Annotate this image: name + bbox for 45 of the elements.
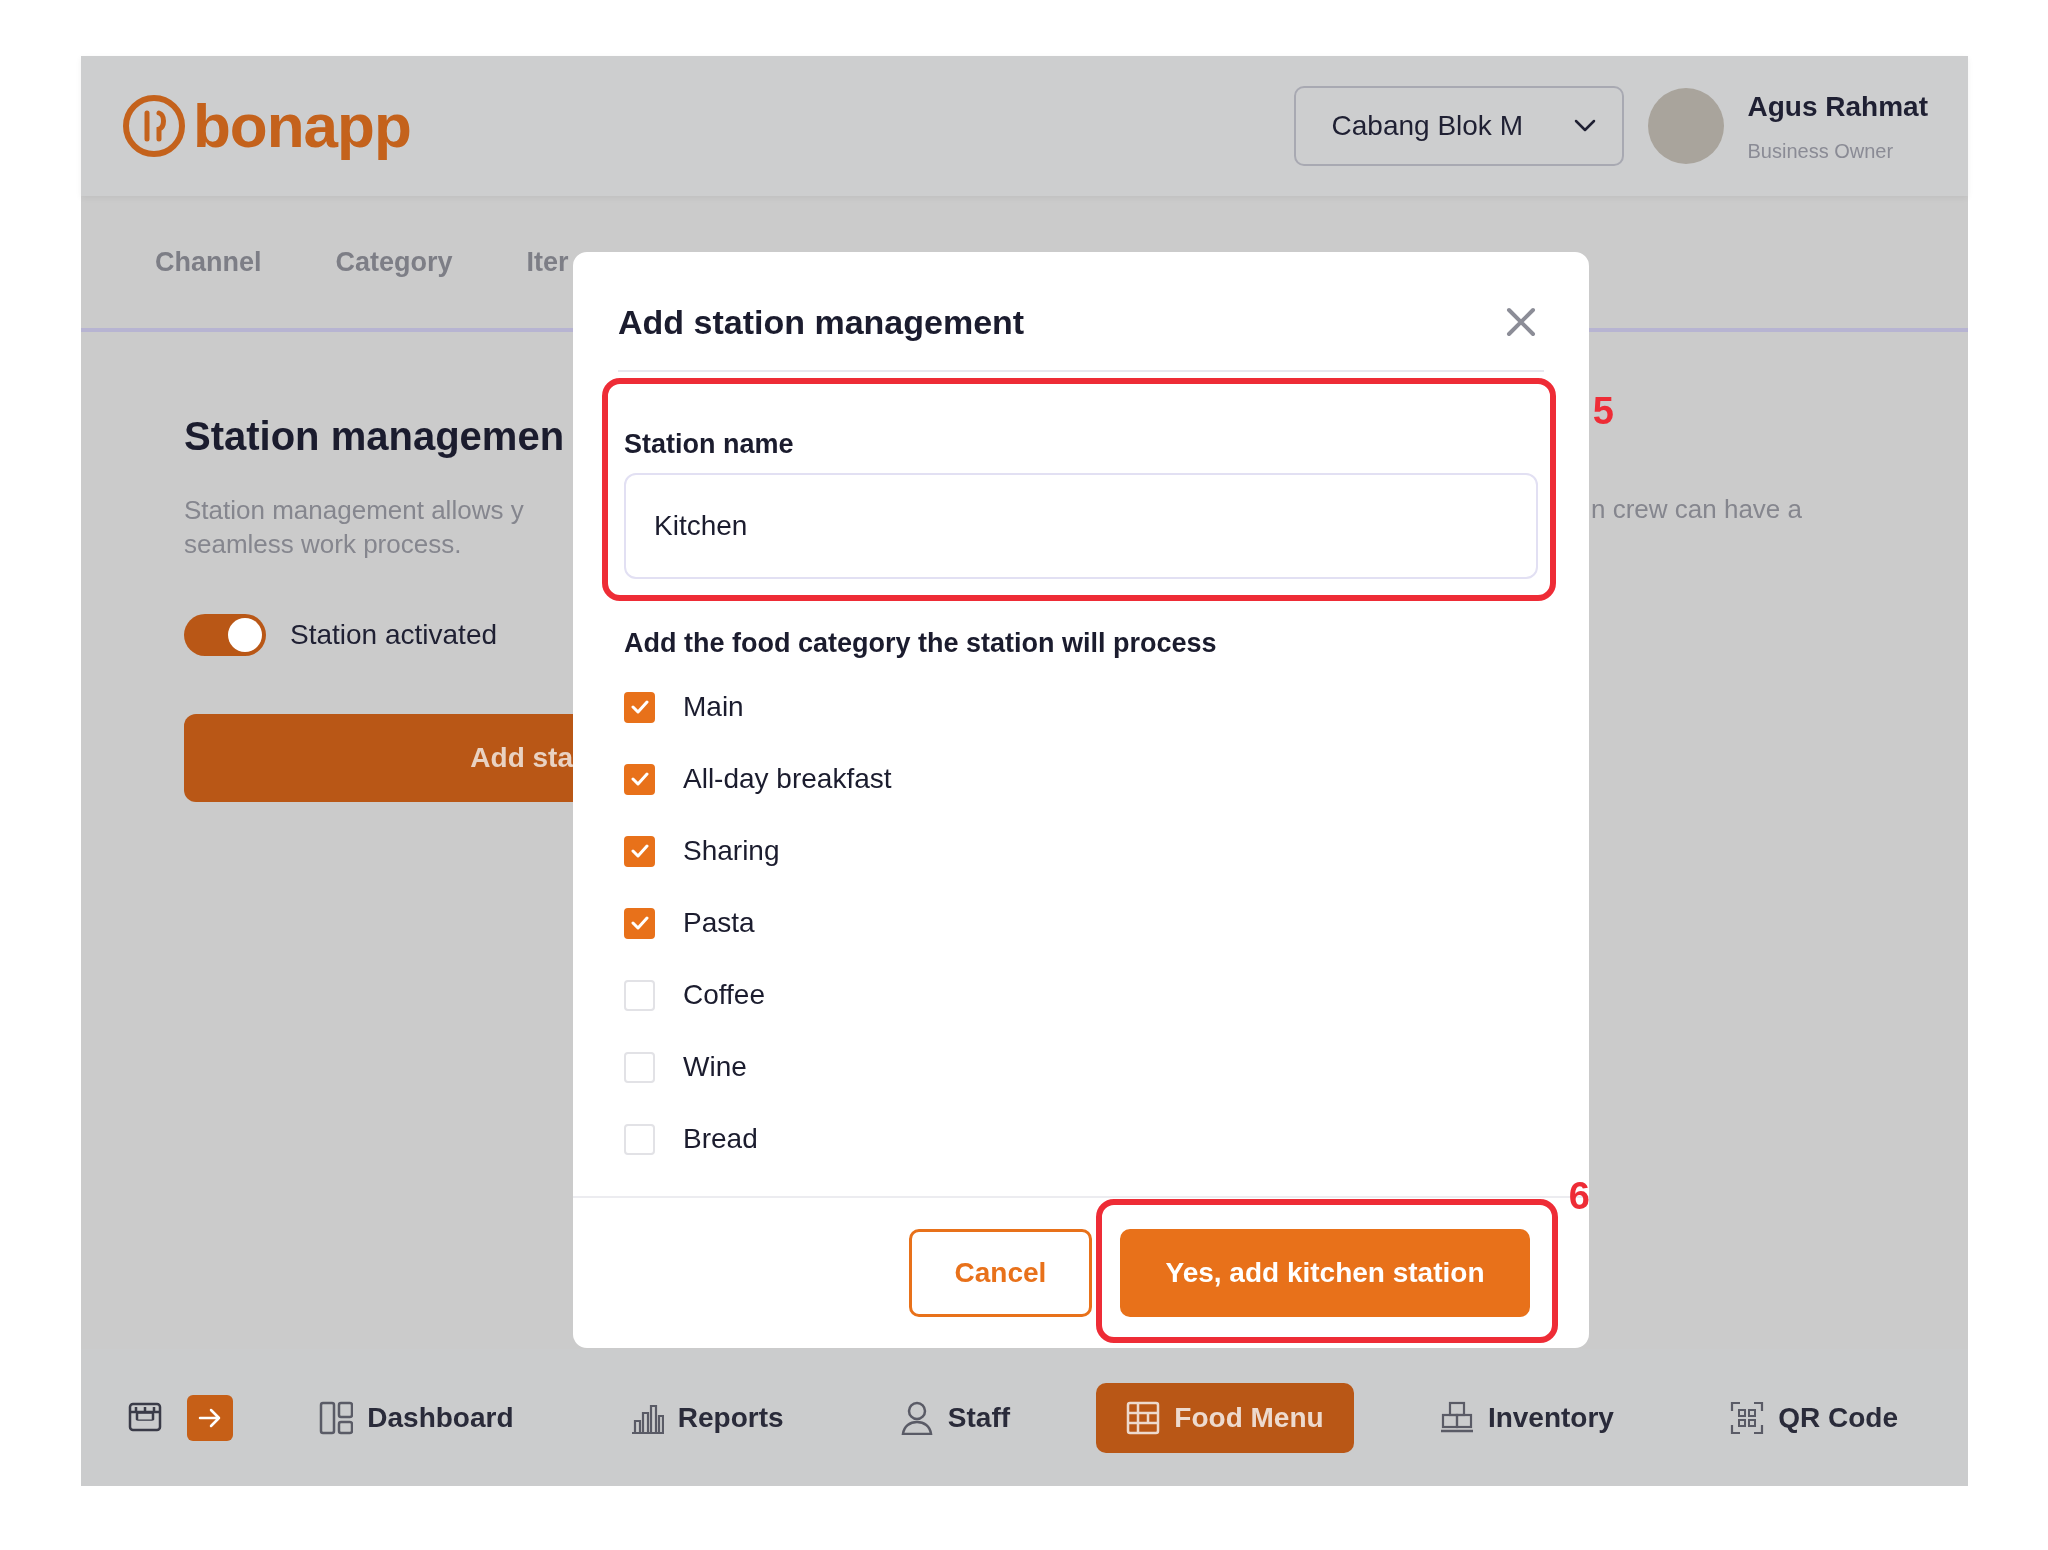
field-label: Station name	[624, 428, 795, 461]
dashboard-icon	[319, 1400, 354, 1435]
section-label: Add the food category the station will process	[624, 626, 1218, 660]
checkbox-label: Main	[683, 690, 744, 724]
check-icon	[630, 916, 649, 930]
nav-item[interactable]: Staff	[869, 1382, 1041, 1453]
person-icon	[899, 1400, 934, 1435]
check-icon	[630, 700, 649, 714]
checkbox[interactable]	[624, 763, 655, 795]
grid-icon	[1126, 1400, 1161, 1435]
branch-dropdown[interactable]: Cabang Blok M	[1293, 86, 1624, 166]
boxes-icon	[1439, 1400, 1474, 1435]
nav-item[interactable]: Dashboard	[289, 1382, 544, 1453]
toggle-label: Station activated	[290, 617, 498, 652]
qr-code-icon	[1730, 1400, 1765, 1435]
logo-icon	[123, 95, 185, 157]
nav-item[interactable]: Reports	[599, 1382, 814, 1453]
checkbox-label: Wine	[683, 1050, 747, 1084]
arrow-right-icon	[198, 1407, 222, 1428]
user-role: Business Owner	[1747, 139, 1895, 164]
checkbox-label: Pasta	[683, 906, 755, 940]
station-name-input[interactable]: Kitchen	[624, 472, 1538, 579]
checkbox-label: Coffee	[683, 978, 765, 1012]
expand-button[interactable]	[187, 1394, 233, 1441]
checkbox[interactable]	[624, 835, 655, 867]
page-description: n crew can have a	[1591, 493, 1802, 526]
step-number: 6	[1568, 1177, 1590, 1215]
step-number: 5	[1592, 392, 1614, 430]
close-icon	[1506, 307, 1536, 337]
checkbox[interactable]	[624, 907, 655, 939]
modal-title: Add station management	[618, 301, 1025, 343]
nav-item[interactable]: Inventory	[1409, 1382, 1644, 1453]
checkbox-label: All-day breakfast	[683, 762, 892, 796]
toggle-switch[interactable]	[184, 613, 266, 656]
check-icon	[630, 844, 649, 858]
nav-item[interactable]: Food Menu	[1096, 1382, 1354, 1453]
chevron-down-icon	[1573, 119, 1596, 133]
checkbox-label: Sharing	[683, 834, 780, 868]
nav-item[interactable]: QR Code	[1700, 1382, 1928, 1453]
page-title: Station managemen	[184, 413, 566, 460]
check-icon	[630, 772, 649, 786]
page-description: Station management allows y seamless work process.	[184, 494, 525, 561]
checkbox[interactable]	[624, 691, 655, 723]
user-name: Agus Rahmat	[1747, 90, 1928, 124]
checkbox-label: Bread	[683, 1122, 758, 1156]
